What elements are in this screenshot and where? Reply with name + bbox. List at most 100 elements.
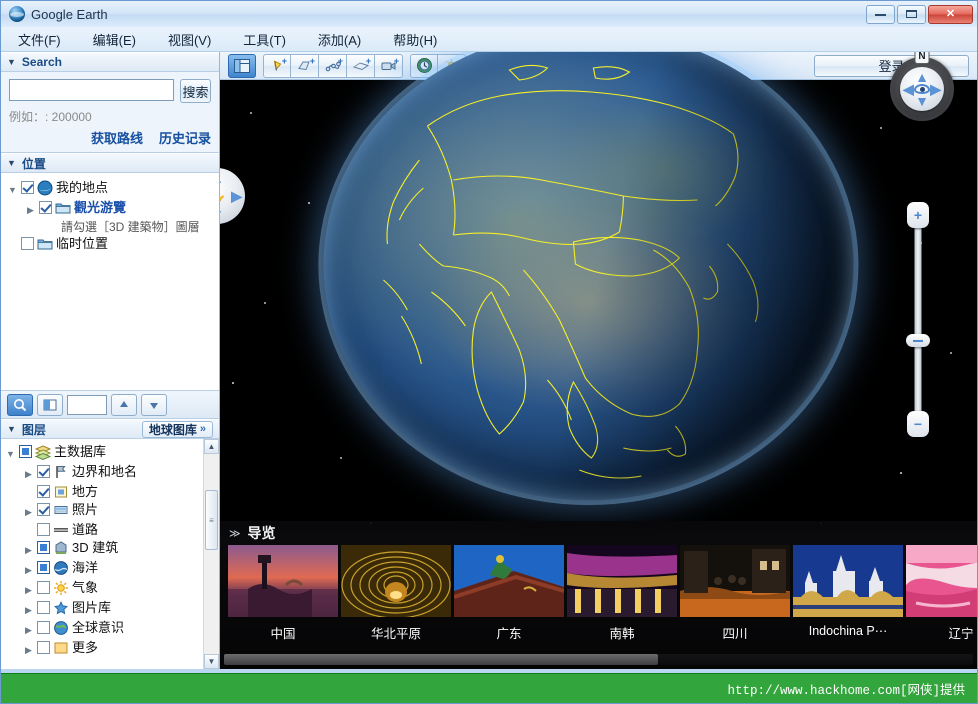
expander-icon[interactable]: ▶ — [23, 540, 34, 558]
layer-item-3d-buildings[interactable]: ▶ 3D 建筑 — [3, 539, 201, 559]
maximize-button[interactable] — [897, 4, 926, 24]
zoom-thumb[interactable] — [906, 334, 930, 347]
look-joystick[interactable]: ▲ ▼ ◀ ▶ — [900, 67, 944, 111]
expander-icon[interactable]: ▼ — [5, 444, 16, 462]
layer-item-borders-and-labels[interactable]: ▶ 边界和地名 — [3, 463, 201, 483]
look-left-arrow-icon[interactable]: ◀ — [903, 82, 914, 96]
tour-scrollbar[interactable] — [224, 654, 973, 665]
move-down-button[interactable] — [141, 393, 167, 416]
tour-thumbnail-image[interactable] — [228, 545, 338, 617]
tour-thumbnail-image[interactable] — [793, 545, 903, 617]
tour-item[interactable]: 四川 — [680, 545, 790, 649]
checkbox[interactable] — [37, 601, 50, 614]
pan-down-arrow-icon[interactable]: ▼ — [220, 207, 224, 221]
menu-add[interactable]: 添加(A) — [315, 28, 364, 51]
magnifier-icon[interactable] — [7, 393, 33, 416]
scroll-up-arrow-icon[interactable]: ▲ — [204, 439, 219, 454]
north-indicator[interactable]: N — [914, 52, 930, 64]
hand-icon[interactable]: ✋ — [220, 187, 226, 205]
zoom-track[interactable] — [914, 216, 922, 423]
chevron-down-icon[interactable]: ≫ — [229, 527, 241, 540]
tour-thumbnail-image[interactable] — [680, 545, 790, 617]
layer-item-places[interactable]: 地方 — [3, 483, 201, 501]
layer-item-photos[interactable]: ▶ 照片 — [3, 501, 201, 521]
checkbox[interactable] — [37, 465, 50, 478]
tour-thumbnail-image[interactable] — [454, 545, 564, 617]
expander-icon[interactable]: ▼ — [7, 180, 18, 198]
layer-item-weather[interactable]: ▶ 气象 — [3, 579, 201, 599]
tour-item[interactable]: 华北平原 — [341, 545, 451, 649]
layer-item-gallery[interactable]: ▶ 图片库 — [3, 599, 201, 619]
search-panel-header[interactable]: ▼ Search — [1, 52, 219, 72]
expander-icon[interactable]: ▶ — [23, 580, 34, 598]
expander-icon[interactable]: ▶ — [25, 200, 36, 218]
scrollbar-thumb[interactable]: ≡ — [205, 490, 218, 550]
checkbox[interactable] — [37, 561, 50, 574]
compass-control[interactable]: N ▲ ▼ ◀ ▶ — [890, 52, 954, 121]
tour-thumbnail-image[interactable] — [567, 545, 677, 617]
tree-label[interactable]: 觀光游覽 — [74, 200, 126, 216]
history-link[interactable]: 历史记录 — [159, 128, 211, 147]
menu-tools[interactable]: 工具(T) — [240, 28, 289, 51]
layers-panel-header[interactable]: ▼ 图层 地球图库 » — [1, 419, 219, 439]
tour-item[interactable]: Indochina P⋯ — [793, 545, 903, 649]
checkbox[interactable] — [21, 237, 34, 250]
tour-header[interactable]: ≫ 导览 — [220, 521, 977, 545]
opacity-slider-icon[interactable] — [37, 393, 63, 416]
minimize-button[interactable] — [866, 4, 895, 24]
checkbox[interactable] — [39, 201, 52, 214]
checkbox[interactable] — [37, 541, 50, 554]
expander-icon[interactable]: ▶ — [23, 560, 34, 578]
checkbox[interactable] — [37, 485, 50, 498]
close-button[interactable]: ✕ — [928, 4, 973, 24]
look-down-arrow-icon[interactable]: ▼ — [915, 94, 929, 108]
zoom-slider[interactable]: + − — [904, 202, 932, 437]
layer-item-more[interactable]: ▶ 更多 — [3, 639, 201, 659]
tree-item-sightseeing-tour[interactable]: ▶ 觀光游覽 — [5, 199, 215, 219]
expander-icon[interactable]: ▶ — [23, 640, 34, 658]
layer-item-global-awareness[interactable]: ▶ 全球意识 — [3, 619, 201, 639]
menu-view[interactable]: 视图(V) — [165, 28, 214, 51]
checkbox[interactable] — [37, 641, 50, 654]
expander-icon[interactable]: ▶ — [23, 464, 34, 482]
layers-scrollbar[interactable]: ▲ ≡ ▼ — [203, 439, 219, 669]
tour-item[interactable]: 南韩 — [567, 545, 677, 649]
scroll-down-arrow-icon[interactable]: ▼ — [204, 654, 219, 669]
tour-thumbnail-image[interactable] — [906, 545, 977, 617]
earth-gallery-button[interactable]: 地球图库 » — [141, 420, 213, 438]
get-directions-link[interactable]: 获取路线 — [91, 128, 143, 147]
expander-icon[interactable]: ▶ — [23, 600, 34, 618]
tree-item-temporary-places[interactable]: 临时位置 — [5, 235, 215, 253]
menu-edit[interactable]: 编辑(E) — [90, 28, 139, 51]
checkbox[interactable] — [37, 581, 50, 594]
places-filter-input[interactable] — [67, 394, 107, 415]
menu-help[interactable]: 帮助(H) — [390, 28, 440, 51]
tour-item[interactable]: 辽宁 — [906, 545, 977, 649]
zoom-in-button[interactable]: + — [907, 202, 929, 228]
pan-right-arrow-icon[interactable]: ▶ — [231, 189, 242, 203]
zoom-out-button[interactable]: − — [907, 411, 929, 437]
layer-item-roads[interactable]: 道路 — [3, 521, 201, 539]
search-input[interactable] — [9, 79, 174, 101]
checkbox[interactable] — [37, 621, 50, 634]
tour-item[interactable]: 中国 — [228, 545, 338, 649]
tour-thumbnail-image[interactable] — [341, 545, 451, 617]
pan-up-arrow-icon[interactable]: ▲ — [220, 171, 224, 185]
expander-icon[interactable]: ▶ — [23, 620, 34, 638]
tour-scrollbar-thumb[interactable] — [224, 654, 659, 665]
expander-icon[interactable]: ▶ — [23, 502, 34, 520]
layer-item-ocean[interactable]: ▶ 海洋 — [3, 559, 201, 579]
globe[interactable] — [322, 52, 853, 500]
tour-item[interactable]: 广东 — [454, 545, 564, 649]
map-viewport[interactable]: + + + + + 登录 N ▲ ▼ ◀ ▶ ▶ + − ≫ 导览 中国 华北平… — [220, 52, 977, 669]
move-up-button[interactable] — [111, 393, 137, 416]
look-right-arrow-icon[interactable]: ▶ — [930, 82, 941, 96]
places-panel-header[interactable]: ▼ 位置 — [1, 153, 219, 173]
checkbox[interactable] — [21, 181, 34, 194]
checkbox[interactable] — [37, 503, 50, 516]
menu-file[interactable]: 文件(F) — [15, 28, 64, 51]
search-button[interactable]: 搜索 — [180, 79, 211, 103]
layer-item-primary-database[interactable]: ▼ 主数据库 — [3, 443, 201, 463]
checkbox[interactable] — [37, 523, 50, 536]
look-up-arrow-icon[interactable]: ▲ — [915, 70, 929, 84]
